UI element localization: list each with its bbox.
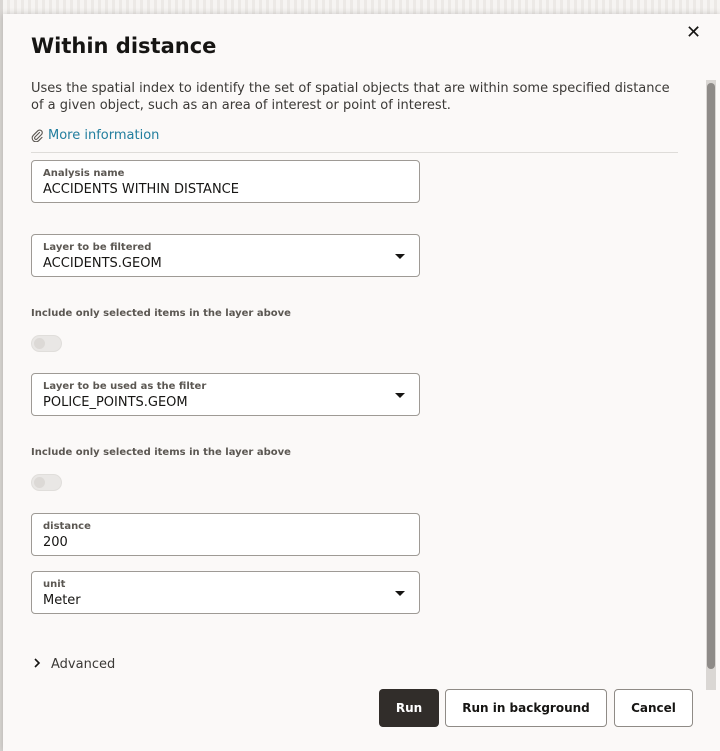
more-information-label: More information — [48, 128, 160, 143]
dialog-description: Uses the spatial index to identify the s… — [31, 81, 670, 113]
include-selected-toggle-1[interactable] — [31, 335, 62, 352]
scrollbar-thumb[interactable] — [707, 83, 715, 669]
unit-label: unit — [43, 579, 66, 590]
advanced-toggle[interactable]: Advanced — [33, 657, 115, 672]
backdrop — [0, 0, 720, 14]
analysis-name-label: Analysis name — [43, 168, 125, 179]
cancel-button[interactable]: Cancel — [614, 689, 693, 727]
analysis-name-value: ACCIDENTS WITHIN DISTANCE — [43, 182, 239, 197]
unit-select[interactable]: unit Meter — [31, 571, 420, 614]
chevron-down-icon — [395, 393, 405, 398]
layer-filter-label: Layer to be used as the filter — [43, 381, 207, 392]
layer-to-be-filtered-select[interactable]: Layer to be filtered ACCIDENTS.GEOM — [31, 234, 420, 277]
layer-to-be-filtered-value: ACCIDENTS.GEOM — [43, 256, 162, 271]
run-in-background-button[interactable]: Run in background — [445, 689, 607, 727]
chevron-right-icon — [33, 657, 41, 672]
more-information-link[interactable]: More information — [31, 128, 159, 143]
layer-to-be-filtered-label: Layer to be filtered — [43, 242, 152, 253]
analysis-name-field[interactable]: Analysis name ACCIDENTS WITHIN DISTANCE — [31, 160, 420, 203]
run-button[interactable]: Run — [379, 689, 439, 727]
divider — [31, 152, 678, 153]
distance-label: distance — [43, 521, 91, 532]
within-distance-dialog: Within distance ✕ Uses the spatial index… — [3, 14, 720, 751]
chevron-down-icon — [395, 591, 405, 596]
paperclip-icon — [31, 129, 44, 142]
layer-filter-select[interactable]: Layer to be used as the filter POLICE_PO… — [31, 373, 420, 416]
close-icon[interactable]: ✕ — [686, 23, 701, 43]
dialog-title: Within distance — [31, 34, 217, 58]
unit-value: Meter — [43, 593, 81, 608]
advanced-label: Advanced — [51, 657, 116, 672]
include-selected-label-2: Include only selected items in the layer… — [31, 447, 291, 458]
distance-value: 200 — [43, 535, 68, 550]
toggle-knob — [34, 477, 45, 488]
include-selected-toggle-2[interactable] — [31, 474, 62, 491]
scrollbar-track[interactable] — [706, 80, 716, 690]
distance-field[interactable]: distance 200 — [31, 513, 420, 556]
include-selected-label-1: Include only selected items in the layer… — [31, 308, 291, 319]
layer-filter-value: POLICE_POINTS.GEOM — [43, 395, 188, 410]
chevron-down-icon — [395, 254, 405, 259]
toggle-knob — [34, 338, 45, 349]
